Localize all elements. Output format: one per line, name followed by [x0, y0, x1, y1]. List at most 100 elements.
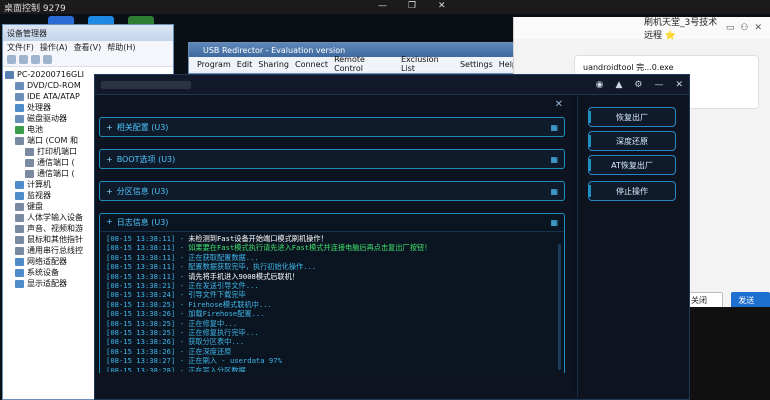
- user-icon[interactable]: ⚇: [740, 23, 748, 33]
- device-tree-label: 系统设备: [27, 268, 59, 277]
- device-category-icon: [15, 81, 24, 90]
- log-message: 获取分区表中...: [188, 337, 245, 347]
- log-line: [08-15 13:38:24] - 引导文件下载完毕: [106, 290, 246, 300]
- device-tree-label: 声音、视频和游: [27, 224, 83, 233]
- log-line: [08-15 13:38:21] - 正在发送引导文件...: [106, 281, 259, 291]
- device-tree-label: 磁盘驱动器: [27, 114, 67, 123]
- log-line: [08-15 13:38:26] - 正在深度还原: [106, 346, 232, 356]
- close-icon[interactable]: ✕: [438, 1, 446, 11]
- device-tree-label: 端口 (COM 和: [27, 136, 78, 145]
- log-lines: [08-15 13:38:11] - 未检测到Fast设备开始端口模式刷机操作！…: [100, 232, 564, 372]
- usb-menu-item[interactable]: Edit: [237, 60, 253, 69]
- video-icon[interactable]: ▭: [726, 23, 735, 33]
- deep-restore-button[interactable]: 深度还原: [588, 131, 676, 151]
- log-message: 正在修复中...: [188, 318, 238, 328]
- usb-menu-item[interactable]: Sharing: [258, 60, 289, 69]
- forward-icon[interactable]: [19, 55, 28, 64]
- device-category-icon: [15, 136, 24, 145]
- log-timestamp: [08-15 13:38:24]: [106, 290, 176, 300]
- menu-view[interactable]: 查看(V): [74, 42, 102, 53]
- file-name: uandroidtool 完...0.exe: [583, 63, 674, 72]
- log-header[interactable]: + 日志信息 (U3) ▦: [100, 214, 564, 232]
- section-config-label: 相关配置 (U3): [116, 122, 169, 132]
- log-message: 正在写入分区数据: [188, 365, 246, 372]
- device-tree-label: 打印机端口: [37, 147, 77, 156]
- device-category-icon: [25, 158, 34, 167]
- log-message: 请先将手机进入9008模式后联机！: [188, 271, 299, 281]
- device-category-icon: [15, 92, 24, 101]
- log-timestamp: [08-15 13:38:26]: [106, 346, 176, 356]
- usb-menu-item[interactable]: Remote Control: [334, 55, 395, 73]
- device-category-icon: [15, 224, 24, 233]
- section-config[interactable]: + 相关配置 (U3) ▦: [99, 117, 565, 137]
- log-message: 引导文件下载完毕: [188, 290, 246, 300]
- usb-menu-item[interactable]: Exclusion List: [401, 55, 454, 73]
- section-boot[interactable]: + BOOT选项 (U3) ▦: [99, 149, 565, 169]
- device-category-icon: [15, 213, 24, 222]
- log-timestamp: [08-15 13:38:25]: [106, 299, 176, 309]
- at-factory-reset-button[interactable]: AT恢复出厂: [588, 155, 676, 175]
- device-tree-label: IDE ATA/ATAP: [27, 92, 80, 101]
- restore-icon[interactable]: ❐: [408, 1, 416, 11]
- log-line: [08-15 13:38:25] - 正在修复执行完毕...: [106, 328, 259, 338]
- device-category-icon: [25, 147, 34, 156]
- device-category-icon: [15, 103, 24, 112]
- device-tree-label: 键盘: [27, 202, 43, 211]
- device-category-icon: [15, 114, 24, 123]
- panel-close-icon[interactable]: ✕: [555, 99, 563, 110]
- expand-icon: +: [106, 186, 113, 196]
- log-timestamp: [08-15 13:38:26]: [106, 337, 176, 347]
- log-line: [08-15 13:38:11] - 如果要在Fast模式执行请先进入Fast模…: [106, 243, 432, 253]
- back-icon[interactable]: [7, 55, 16, 64]
- device-tree-label: 显示适配器: [27, 279, 67, 288]
- collapse-icon: +: [106, 217, 113, 226]
- log-timestamp: [08-15 13:38:25]: [106, 328, 176, 338]
- close-icon[interactable]: ✕: [675, 80, 683, 90]
- expand-icon: +: [106, 122, 113, 132]
- menu-action[interactable]: 操作(A): [40, 42, 68, 53]
- remote-control-bar: 桌面控制 9279 — ❐ ✕: [0, 0, 770, 14]
- log-timestamp: [08-15 13:38:11]: [106, 243, 176, 253]
- stop-operation-button[interactable]: 停止操作: [588, 181, 676, 201]
- log-title: 日志信息 (U3): [116, 218, 169, 227]
- log-message: 配置数据获取完毕，执行初始化操作...: [188, 262, 317, 272]
- shirt-icon[interactable]: ▲: [615, 80, 622, 90]
- factory-reset-button[interactable]: 恢复出厂: [588, 107, 676, 127]
- device-category-icon: [15, 257, 24, 266]
- device-tree-label: PC-20200716GLI: [17, 70, 85, 79]
- device-tree-label: 处理器: [27, 103, 51, 112]
- minimize-icon[interactable]: —: [378, 1, 387, 11]
- section-partition-label: 分区信息 (U3): [116, 186, 169, 196]
- log-message: 加载Firehose配置...: [188, 309, 265, 319]
- properties-icon[interactable]: [31, 55, 40, 64]
- device-category-icon: [15, 125, 24, 134]
- remote-control-title: 桌面控制 9279: [4, 3, 66, 14]
- device-category-icon: [15, 268, 24, 277]
- globe-icon[interactable]: ◉: [596, 80, 604, 90]
- blurred-title: [101, 80, 191, 89]
- log-line: [08-15 13:38:26] - 获取分区表中...: [106, 337, 245, 347]
- device-category-icon: [15, 202, 24, 211]
- usb-menu-item[interactable]: Program: [197, 60, 231, 69]
- usb-menu-item[interactable]: Settings: [460, 60, 493, 69]
- flash-tool-window: ◉ ▲ ⚙ — ✕ ✕ + 相关配置 (U3) ▦ + BOOT选项 (U3) ▦ …: [94, 74, 690, 400]
- device-category-icon: [15, 246, 24, 255]
- usb-menu-item[interactable]: Connect: [295, 60, 328, 69]
- close-icon[interactable]: ✕: [754, 23, 762, 33]
- section-partition[interactable]: + 分区信息 (U3) ▦: [99, 181, 565, 201]
- desktop-background: [680, 307, 770, 400]
- menu-help[interactable]: 帮助(H): [107, 42, 135, 53]
- minimize-icon[interactable]: —: [654, 80, 663, 90]
- gear-icon[interactable]: ⚙: [634, 80, 642, 90]
- log-timestamp: [08-15 13:38:11]: [106, 271, 176, 281]
- log-timestamp: [08-15 13:38:11]: [106, 262, 176, 272]
- log-scrollbar[interactable]: [558, 244, 561, 370]
- menu-file[interactable]: 文件(F): [7, 42, 34, 53]
- log-line: [08-15 13:38:25] - Firehose模式联机中...: [106, 299, 272, 309]
- log-message: 正在深度还原: [188, 346, 232, 356]
- log-timestamp: [08-15 13:38:11]: [106, 252, 176, 262]
- log-message: 正在修复执行完毕...: [188, 328, 259, 338]
- chat-title: 刷机天堂_3号技术远程 ⭐: [644, 18, 718, 41]
- device-tree-label: 人体学输入设备: [27, 213, 83, 222]
- scan-icon[interactable]: [43, 55, 52, 64]
